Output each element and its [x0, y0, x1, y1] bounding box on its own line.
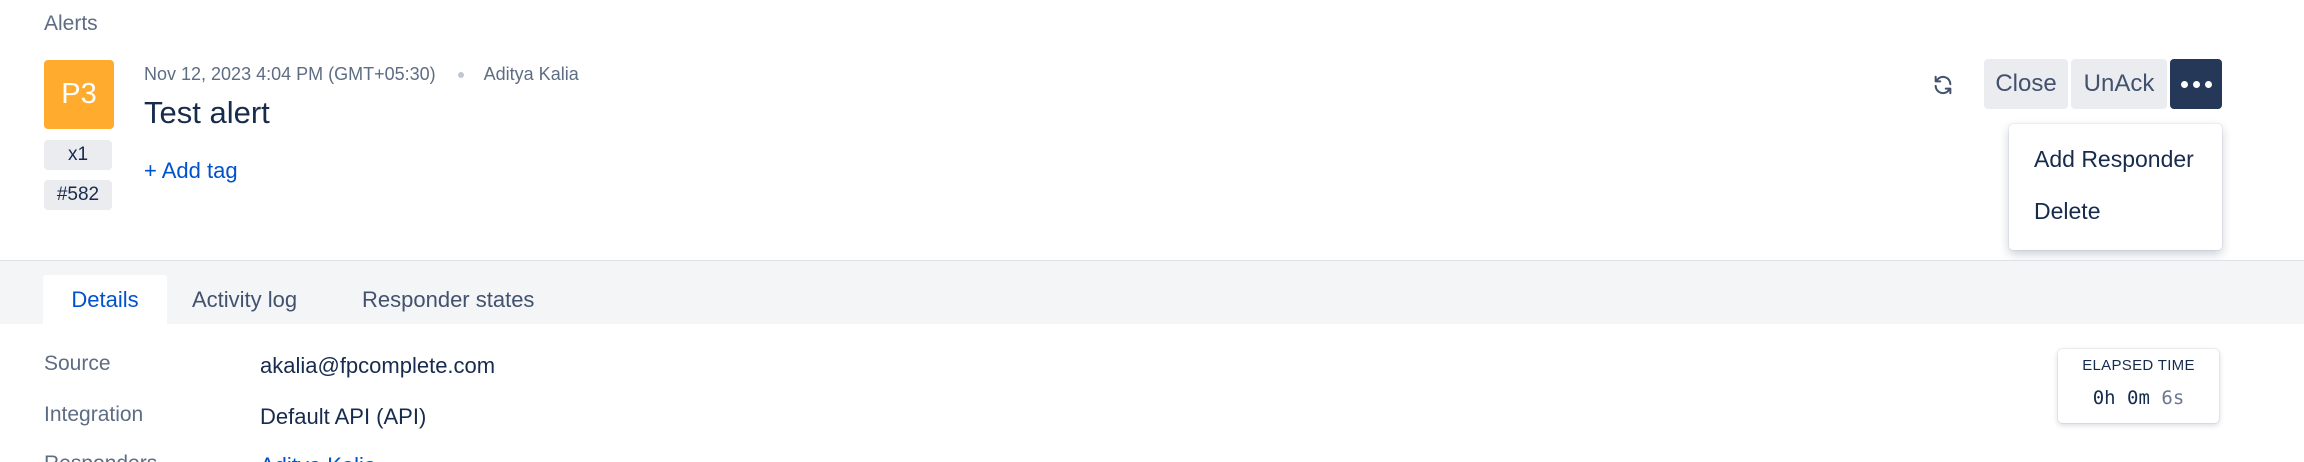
elapsed-seconds: 6s [2161, 387, 2185, 409]
add-tag-link[interactable]: + Add tag [144, 158, 238, 184]
separator-dot [457, 71, 464, 78]
integration-label: Integration [44, 403, 144, 426]
source-value: akalia@fpcomplete.com [260, 353, 496, 378]
breadcrumb[interactable]: Alerts [44, 12, 98, 36]
more-dot-icon [2180, 80, 2188, 88]
responders-label: Responders [44, 452, 157, 462]
alert-owner: Aditya Kalia [483, 64, 579, 84]
page-title: Test alert [144, 95, 270, 130]
source-label: Source [44, 352, 111, 375]
tab-responder-states[interactable]: Responder states [362, 275, 534, 325]
more-dot-icon [2192, 80, 2200, 88]
integration-value: Default API (API) [260, 404, 427, 429]
menu-item-delete[interactable]: Delete [2034, 198, 2100, 225]
alert-count-badge: x1 [44, 140, 112, 170]
more-actions-button[interactable] [2170, 59, 2222, 109]
elapsed-hours-minutes: 0h 0m [2092, 387, 2150, 409]
unack-button[interactable]: UnAck [2071, 59, 2167, 109]
created-timestamp: Nov 12, 2023 4:04 PM (GMT+05:30) [144, 64, 436, 84]
responder-link[interactable]: Aditya Kalia [260, 453, 376, 462]
tab-bar: Details Activity log Responder states [0, 260, 2304, 325]
elapsed-time-title: ELAPSED TIME [2082, 357, 2195, 374]
tab-details[interactable]: Details [43, 275, 167, 325]
more-dot-icon [2204, 80, 2212, 88]
elapsed-time-value: 0h 0m 6s [2058, 387, 2219, 409]
refresh-button[interactable] [1928, 70, 1958, 100]
refresh-icon [1934, 75, 1952, 95]
close-alert-button[interactable]: Close [1984, 59, 2068, 109]
elapsed-time-card: ELAPSED TIME 0h 0m 6s [2058, 349, 2219, 423]
alert-meta: Nov 12, 2023 4:04 PM (GMT+05:30) Aditya … [144, 64, 579, 85]
tab-activity-log[interactable]: Activity log [192, 275, 297, 325]
more-actions-menu: Add Responder Delete [2009, 124, 2222, 250]
priority-badge: P3 [44, 60, 114, 129]
alert-tiny-id-badge: #582 [44, 180, 112, 210]
menu-item-add-responder[interactable]: Add Responder [2034, 146, 2194, 173]
